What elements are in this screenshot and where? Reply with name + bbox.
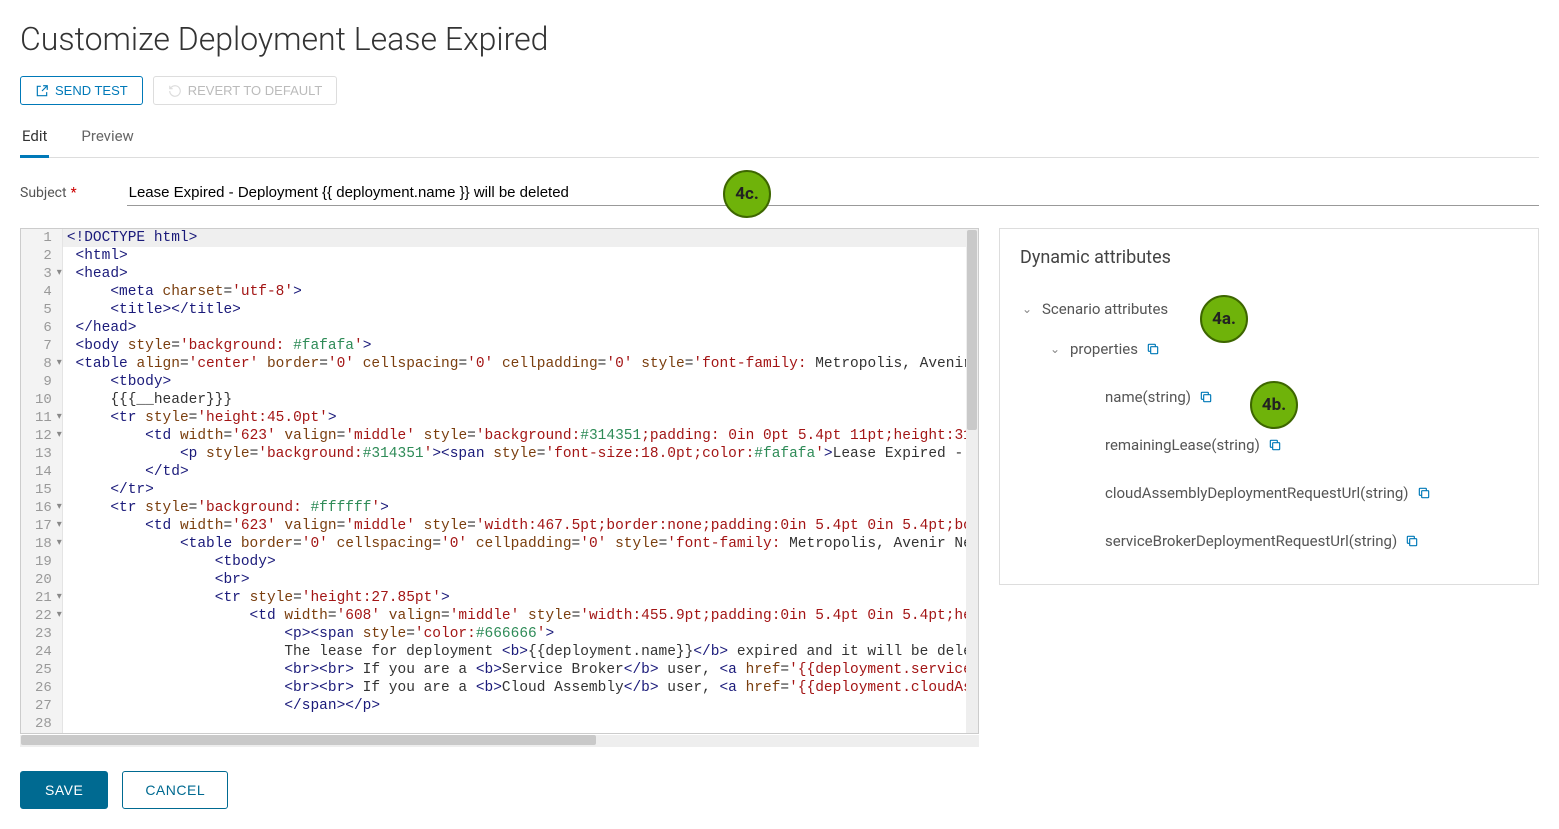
subject-label: Subject* (20, 185, 77, 201)
subject-input[interactable] (127, 180, 1539, 206)
callout-4c: 4c. (723, 170, 771, 218)
properties-node[interactable]: ⌄ properties (1020, 334, 1518, 364)
copy-icon[interactable] (1268, 438, 1282, 452)
callout-4b: 4b. (1250, 381, 1298, 429)
code-editor[interactable]: 1234567891011121314151617181920212223242… (20, 228, 979, 734)
footer: SAVE CANCEL (20, 771, 1539, 809)
page-title: Customize Deployment Lease Expired (20, 20, 1539, 58)
subject-row: Subject* 4c. (20, 180, 1539, 206)
horizontal-scrollbar[interactable] (20, 735, 979, 747)
save-button[interactable]: SAVE (20, 771, 108, 809)
chevron-down-icon: ⌄ (1020, 302, 1034, 316)
revert-label: REVERT TO DEFAULT (188, 83, 323, 98)
cancel-button[interactable]: CANCEL (122, 771, 228, 809)
dynamic-attributes-panel: Dynamic attributes ⌄ Scenario attributes… (999, 228, 1539, 585)
chevron-down-icon: ⌄ (1048, 342, 1062, 356)
copy-icon[interactable] (1405, 534, 1419, 548)
attribute-item[interactable]: serviceBrokerDeploymentRequestUrl(string… (1020, 526, 1518, 556)
callout-4a: 4a. (1200, 295, 1248, 343)
attribute-label: cloudAssemblyDeploymentRequestUrl(string… (1105, 484, 1409, 502)
tab-preview[interactable]: Preview (79, 121, 135, 157)
send-test-button[interactable]: SEND TEST (20, 76, 143, 105)
tab-edit[interactable]: Edit (20, 121, 49, 158)
sidebar-title: Dynamic attributes (1020, 247, 1518, 268)
scenario-attributes-node[interactable]: ⌄ Scenario attributes (1020, 294, 1518, 324)
toolbar: SEND TEST REVERT TO DEFAULT (20, 76, 1539, 105)
vertical-scrollbar[interactable] (966, 229, 978, 733)
attribute-label: name(string) (1105, 388, 1191, 406)
copy-icon[interactable] (1199, 390, 1213, 404)
tabs: Edit Preview (20, 121, 1539, 158)
properties-label: properties (1070, 340, 1138, 358)
revert-button: REVERT TO DEFAULT (153, 76, 338, 105)
attribute-label: serviceBrokerDeploymentRequestUrl(string… (1105, 532, 1397, 550)
scenario-label: Scenario attributes (1042, 300, 1168, 318)
send-icon (35, 84, 49, 98)
attribute-item[interactable]: cloudAssemblyDeploymentRequestUrl(string… (1020, 478, 1518, 508)
attribute-item[interactable]: remainingLease(string) (1020, 430, 1518, 460)
copy-icon[interactable] (1146, 342, 1160, 356)
editor-code[interactable]: <!DOCTYPE html> <html> <head> <meta char… (63, 229, 978, 733)
editor-gutter: 1234567891011121314151617181920212223242… (21, 229, 63, 733)
revert-icon (168, 84, 182, 98)
attribute-label: remainingLease(string) (1105, 436, 1260, 454)
send-test-label: SEND TEST (55, 83, 128, 98)
copy-icon[interactable] (1417, 486, 1431, 500)
